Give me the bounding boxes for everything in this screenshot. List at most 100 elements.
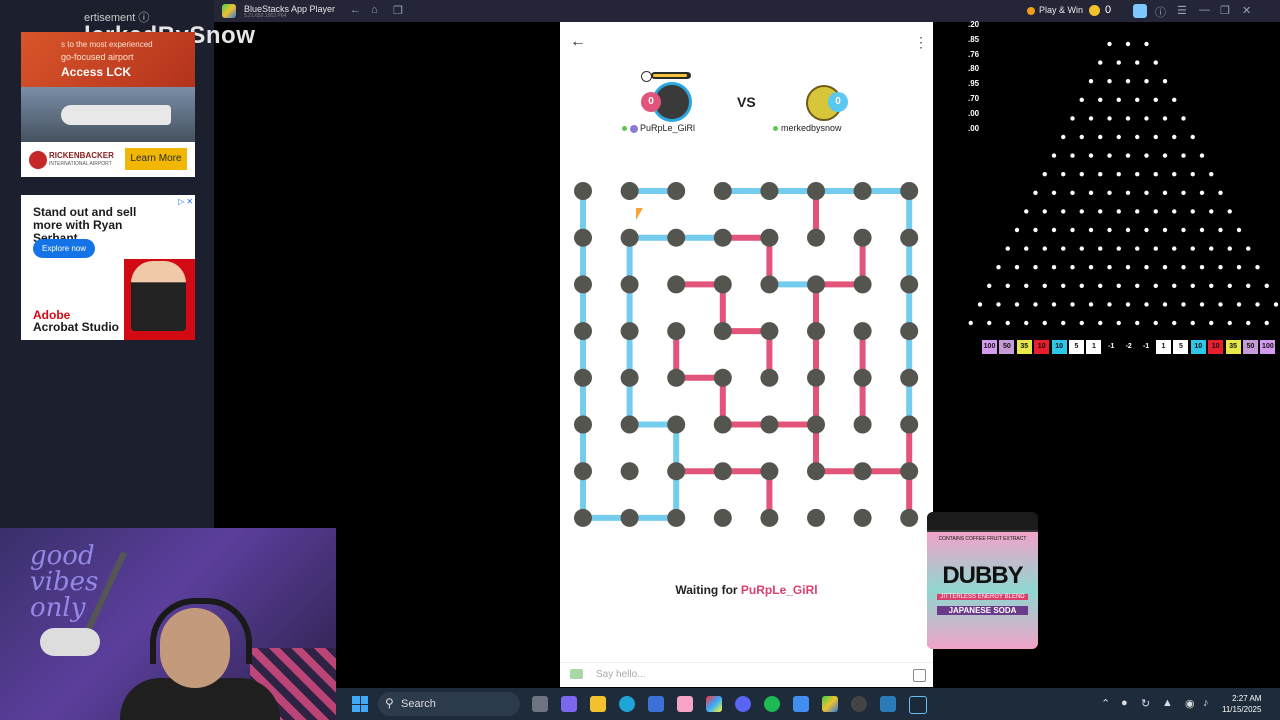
board-dot[interactable] <box>760 322 779 341</box>
back-nav-icon[interactable]: ← <box>350 4 361 16</box>
back-arrow-icon[interactable]: ← <box>570 33 586 51</box>
board-dot[interactable] <box>667 322 686 341</box>
board-dot[interactable] <box>807 462 825 481</box>
copilot-icon[interactable] <box>706 696 722 712</box>
board-dot[interactable] <box>667 228 686 247</box>
chat-input[interactable]: Say hello... <box>596 669 645 680</box>
tray-sync-icon[interactable]: ↻ <box>1141 697 1150 710</box>
ad-choices-icon[interactable]: ▷ ✕ <box>178 197 193 206</box>
board-dot[interactable] <box>574 228 592 247</box>
board-dot[interactable] <box>620 508 639 527</box>
board-dot[interactable] <box>667 182 686 200</box>
board-dot[interactable] <box>574 182 592 200</box>
app-blue-icon[interactable] <box>880 696 896 712</box>
wifi-icon[interactable]: ◉ <box>1185 697 1195 710</box>
board-dot[interactable] <box>900 508 919 527</box>
board-dot[interactable] <box>807 415 825 434</box>
board-dot[interactable] <box>667 508 686 527</box>
app-pink-icon[interactable] <box>677 696 693 712</box>
file-explorer-icon[interactable] <box>590 696 606 712</box>
board-dot[interactable] <box>853 228 872 247</box>
steam-icon[interactable] <box>909 696 927 714</box>
board-dot[interactable] <box>620 368 639 387</box>
board-dot[interactable] <box>900 415 919 434</box>
board-dot[interactable] <box>760 275 779 294</box>
explore-now-button[interactable]: Explore now <box>33 239 95 258</box>
board-dot[interactable] <box>574 415 592 434</box>
minimize-icon[interactable]: — <box>1199 4 1210 16</box>
edge-icon[interactable] <box>619 696 635 712</box>
restore-icon[interactable]: ❐ <box>1220 4 1230 17</box>
board-dot[interactable] <box>620 462 639 481</box>
help-icon[interactable]: ⓘ <box>1155 4 1166 20</box>
adobe-ad[interactable]: ▷ ✕ Stand out and sell more with Ryan Se… <box>21 195 195 340</box>
home-icon[interactable]: ⌂ <box>371 4 378 16</box>
play-win-icon[interactable] <box>1027 7 1035 15</box>
play-win-label[interactable]: Play & Win <box>1039 5 1083 15</box>
board-dot[interactable] <box>667 462 686 481</box>
rickenbacker-ad[interactable]: s to the most experienced go-focused air… <box>21 32 195 177</box>
board-dot[interactable] <box>807 182 825 200</box>
board-dot[interactable] <box>900 275 919 294</box>
board-dot[interactable] <box>760 462 779 481</box>
board-dot[interactable] <box>667 368 686 387</box>
close-icon[interactable]: ✕ <box>1242 4 1251 17</box>
learn-more-button[interactable]: Learn More <box>125 148 187 170</box>
board-dot[interactable] <box>853 415 872 434</box>
board-dot[interactable] <box>620 182 639 200</box>
board-dot[interactable] <box>760 228 779 247</box>
board-dot[interactable] <box>620 322 639 341</box>
board-dot[interactable] <box>713 322 732 341</box>
board-dot[interactable] <box>713 182 732 200</box>
more-options-icon[interactable]: ⋮ <box>914 34 928 51</box>
bluestacks-taskbar-icon[interactable] <box>822 696 838 712</box>
board-dot[interactable] <box>667 415 686 434</box>
notepad-icon[interactable] <box>793 696 809 712</box>
board-dot[interactable] <box>900 368 919 387</box>
board-dot[interactable] <box>807 508 825 527</box>
board-dot[interactable] <box>620 228 639 247</box>
board-dot[interactable] <box>900 182 919 200</box>
board-dot[interactable] <box>807 228 825 247</box>
board-dot[interactable] <box>853 462 872 481</box>
tray-network-icon[interactable]: ▲ <box>1162 697 1173 709</box>
board-dot[interactable] <box>807 322 825 341</box>
tray-chevron-icon[interactable]: ⌃ <box>1101 697 1110 710</box>
account-avatar[interactable] <box>1133 4 1147 18</box>
board-dot[interactable] <box>760 508 779 527</box>
volume-icon[interactable]: ♪ <box>1203 697 1209 709</box>
board-dot[interactable] <box>620 275 639 294</box>
system-clock[interactable]: 2:27 AM 11/15/2025 <box>1222 693 1261 715</box>
tray-app-icon[interactable]: ● <box>1121 697 1128 709</box>
board-dot[interactable] <box>574 462 592 481</box>
board-dot[interactable] <box>760 415 779 434</box>
teams-icon[interactable] <box>561 696 577 712</box>
task-view-icon[interactable] <box>532 696 548 712</box>
board-dot[interactable] <box>667 275 686 294</box>
board-dot[interactable] <box>853 275 872 294</box>
board-dot[interactable] <box>574 368 592 387</box>
board-dot[interactable] <box>713 275 732 294</box>
board-dot[interactable] <box>853 368 872 387</box>
spotify-icon[interactable] <box>764 696 780 712</box>
board-dot[interactable] <box>807 275 825 294</box>
board-dot[interactable] <box>807 368 825 387</box>
obs-icon[interactable] <box>851 696 867 712</box>
board-dot[interactable] <box>574 322 592 341</box>
board-dot[interactable] <box>713 368 732 387</box>
discord-icon[interactable] <box>735 696 751 712</box>
board-dot[interactable] <box>713 415 732 434</box>
board-dot[interactable] <box>900 228 919 247</box>
sticker-icon[interactable] <box>913 669 926 682</box>
board-dot[interactable] <box>713 228 732 247</box>
board-dot[interactable] <box>574 508 592 527</box>
board-dot[interactable] <box>620 415 639 434</box>
recent-apps-icon[interactable]: ❐ <box>393 4 403 17</box>
board-dot[interactable] <box>900 322 919 341</box>
board-dot[interactable] <box>853 322 872 341</box>
board-dot[interactable] <box>760 368 779 387</box>
windows-start-icon[interactable] <box>352 696 368 712</box>
board-dot[interactable] <box>853 508 872 527</box>
board-dot[interactable] <box>760 182 779 200</box>
chat-icon[interactable] <box>570 669 583 679</box>
